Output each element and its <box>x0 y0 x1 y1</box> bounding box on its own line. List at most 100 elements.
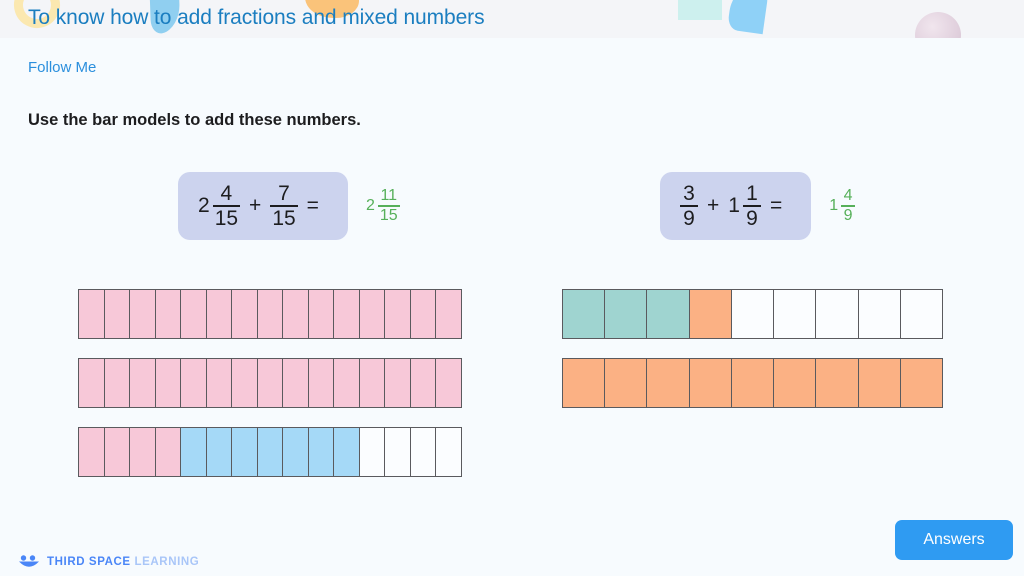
problem-2-answer-whole: 1 <box>829 197 839 214</box>
problem-2-bar-model-1 <box>562 289 943 339</box>
problem-1-bar-model-1 <box>78 289 462 339</box>
bar-cell-pink <box>308 290 335 338</box>
bar-cell-orange <box>563 359 606 407</box>
bar-cell-blue <box>283 428 309 476</box>
problem-1-term1-denominator: 15 <box>214 207 239 230</box>
answers-button[interactable]: Answers <box>895 520 1013 560</box>
bar-cell-empty <box>774 290 817 338</box>
bar-cell-pink <box>257 290 284 338</box>
arc-mint-decoration-icon <box>678 0 722 20</box>
bar-cell-orange <box>900 359 942 407</box>
brand-name-secondary: LEARNING <box>134 556 200 568</box>
bar-cell-pink <box>436 290 461 338</box>
bar-cell-pink <box>181 290 207 338</box>
problem-1-answer-denominator: 15 <box>379 206 398 224</box>
bar-cell-pink <box>79 428 105 476</box>
bar-cell-pink <box>359 290 386 338</box>
bar-cell-teal <box>605 290 648 338</box>
problem-1-bar-model-3 <box>78 427 462 477</box>
bar-cell-pink <box>359 359 386 407</box>
bar-cell-pink <box>334 359 360 407</box>
bar-cell-blue <box>257 428 284 476</box>
bar-cell-pink <box>410 290 437 338</box>
bar-cell-pink <box>79 290 105 338</box>
instruction-text: Use the bar models to add these numbers. <box>28 111 361 129</box>
bar-cell-pink <box>283 359 309 407</box>
bar-cell-orange <box>858 359 901 407</box>
bar-cell-pink <box>104 359 131 407</box>
brand-name-primary: THIRD SPACE <box>47 556 131 568</box>
problem-2-equation-area: 3 9 + 1 1 9 = 1 4 9 <box>660 172 856 240</box>
bar-cell-pink <box>130 290 156 338</box>
problem-1-term1-numerator: 4 <box>220 181 233 205</box>
bar-cell-pink <box>130 359 156 407</box>
problem-2-term2-denominator: 9 <box>746 207 758 230</box>
bar-cell-empty <box>436 428 461 476</box>
problem-1-answer-fraction: 11 15 <box>377 186 400 224</box>
bar-cell-empty <box>359 428 386 476</box>
bar-cell-empty <box>385 428 411 476</box>
sphere-decoration-icon <box>915 12 961 38</box>
problem-1-term2-denominator: 15 <box>272 207 296 230</box>
problem-1-answer: 2 11 15 <box>365 186 400 224</box>
bar-cell-pink <box>410 359 437 407</box>
problem-1-term1-fraction: 4 15 <box>212 181 241 230</box>
bar-cell-pink <box>436 359 461 407</box>
bar-cell-pink <box>130 428 156 476</box>
bar-cell-orange <box>816 359 859 407</box>
bar-cell-pink <box>79 359 105 407</box>
bar-cell-empty <box>816 290 859 338</box>
page-title: To know how to add fractions and mixed n… <box>28 6 485 29</box>
problem-1-operator: + <box>249 194 262 217</box>
problem-2-term2-numerator: 1 <box>746 181 758 205</box>
bar-cell-empty <box>410 428 437 476</box>
bar-cell-pink <box>232 290 258 338</box>
problem-2-term2-whole: 1 <box>728 194 740 217</box>
bar-cell-orange <box>731 359 775 407</box>
bar-cell-blue <box>308 428 335 476</box>
problem-1-equation-area: 2 4 15 + 7 15 = 2 11 15 <box>178 172 400 240</box>
problem-1-term1-whole: 2 <box>198 194 210 217</box>
problem-1-term2-fraction: 7 15 <box>270 181 298 230</box>
bar-cell-pink <box>308 359 335 407</box>
problem-2-term1-denominator: 9 <box>683 207 695 230</box>
problem-2-answer-denominator: 9 <box>843 206 853 224</box>
problem-2-term1-fraction: 3 9 <box>680 181 698 230</box>
section-subtitle: Follow Me <box>28 59 97 76</box>
bar-cell-pink <box>104 428 131 476</box>
bar-cell-orange <box>774 359 817 407</box>
bar-cell-pink <box>155 428 182 476</box>
bar-cell-blue <box>206 428 233 476</box>
bar-cell-teal <box>647 290 690 338</box>
problem-1-answer-whole: 2 <box>365 197 375 214</box>
bar-cell-blue <box>334 428 360 476</box>
third-space-learning-smile-icon <box>19 555 39 567</box>
brand-logo: THIRD SPACE LEARNING <box>18 555 199 569</box>
bar-cell-pink <box>334 290 360 338</box>
bar-cell-empty <box>858 290 901 338</box>
bar-cell-pink <box>155 290 182 338</box>
problem-2-operator: + <box>707 194 720 217</box>
bar-cell-pink <box>206 290 233 338</box>
problem-2-bar-model-2 <box>562 358 943 408</box>
bar-cell-empty <box>900 290 942 338</box>
bar-cell-orange <box>647 359 690 407</box>
problem-1-answer-numerator: 11 <box>380 186 398 204</box>
bar-cell-orange <box>689 290 732 338</box>
problem-2-term2-fraction: 1 9 <box>742 181 761 230</box>
problem-2-term1-numerator: 3 <box>683 181 695 205</box>
arc-blue-decoration-icon <box>726 0 770 35</box>
problem-1-bar-model-2 <box>78 358 462 408</box>
problem-1-term2-numerator: 7 <box>278 181 290 205</box>
bar-cell-pink <box>257 359 284 407</box>
bar-cell-pink <box>232 359 258 407</box>
bar-cell-pink <box>181 359 207 407</box>
bar-cell-blue <box>232 428 258 476</box>
bar-cell-empty <box>731 290 775 338</box>
problem-1-equation-box: 2 4 15 + 7 15 = <box>178 172 348 240</box>
bar-cell-pink <box>104 290 131 338</box>
bar-cell-pink <box>385 359 411 407</box>
bar-cell-teal <box>563 290 606 338</box>
problem-2-answer-numerator: 4 <box>843 186 853 204</box>
problem-1-equals-sign: = <box>306 194 319 217</box>
